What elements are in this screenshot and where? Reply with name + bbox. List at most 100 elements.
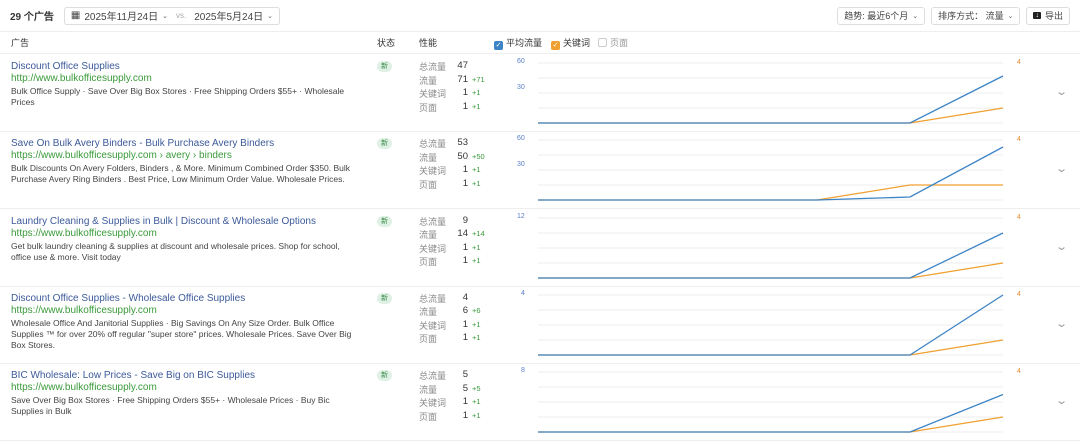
sparkline-chart <box>538 371 1004 433</box>
axis-right-label: 4 <box>1017 136 1021 144</box>
metric-value: 47 <box>457 60 468 71</box>
metric-value: 53 <box>457 137 468 149</box>
keywords-line <box>538 107 1004 124</box>
col-status: 状态 <box>377 38 396 48</box>
date-range-picker[interactable]: ▦ 2025年11月24日 ⌄ vs. 2025年5月24日 ⌄ <box>63 6 281 25</box>
table-header: 广告 状态 性能 ✓ 平均流量 ✓ 关键词 页面 <box>0 32 1080 54</box>
status-badge: 新 <box>377 61 392 72</box>
axis-left-label: 30 <box>517 161 525 169</box>
checkbox-checked-icon[interactable]: ✓ <box>551 40 560 50</box>
metric-value: 1 <box>462 87 468 98</box>
ad-url[interactable]: https://www.bulkofficesupply.com <box>11 228 157 239</box>
checkbox-checked-icon[interactable]: ✓ <box>494 40 503 50</box>
legend-keywords[interactable]: ✓ 关键词 <box>551 36 590 50</box>
metric-delta: +50 <box>472 151 485 161</box>
metric-value: 5 <box>462 369 468 381</box>
ad-row: Save On Bulk Avery Binders - Bulk Purcha… <box>0 132 1080 210</box>
metric-delta: +1 <box>472 165 481 175</box>
metric-delta: +1 <box>472 333 481 343</box>
metric-delta: +1 <box>472 256 481 266</box>
ad-title-link[interactable]: Discount Office Supplies - Wholesale Off… <box>11 293 245 304</box>
col-ad: 广告 <box>11 38 30 48</box>
axis-left-label: 8 <box>521 367 525 375</box>
status-badge: 新 <box>377 292 392 304</box>
ad-row: Discount Office Supplies - Wholesale Off… <box>0 287 1080 364</box>
traffic-line <box>538 75 1004 124</box>
metric-delta: +1 <box>472 410 481 420</box>
expand-chevron-icon[interactable]: ⌄ <box>1055 162 1068 175</box>
metric-value: 1 <box>462 164 468 176</box>
metric-delta: +1 <box>472 88 481 97</box>
ad-description: Get bulk laundry cleaning & supplies at … <box>11 240 340 262</box>
trend-dropdown[interactable]: 趋势: 最近6个月 ⌄ <box>837 6 926 25</box>
expand-chevron-icon[interactable]: ⌄ <box>1055 394 1068 407</box>
ad-title-link[interactable]: BIC Wholesale: Low Prices - Save Big on … <box>11 370 255 381</box>
expand-chevron-icon[interactable]: ⌄ <box>1055 85 1068 98</box>
ad-url[interactable]: https://www.bulkofficesupply.com › avery… <box>11 150 232 161</box>
axis-right-label: 4 <box>1017 213 1021 221</box>
axis-left-label: 4 <box>521 289 525 297</box>
ad-url[interactable]: http://www.bulkofficesupply.com <box>11 73 152 84</box>
compare-date[interactable]: 2025年5月24日 <box>194 8 263 23</box>
metric-delta: +1 <box>472 242 481 252</box>
download-icon: ↓ <box>1033 12 1041 19</box>
chevron-down-icon: ⌄ <box>912 12 919 20</box>
metric-value: 1 <box>462 100 468 112</box>
ad-description: Bulk Office Supply · Save Over Big Box S… <box>11 86 345 107</box>
col-performance: 性能 <box>419 38 438 48</box>
metric-delta: +71 <box>472 74 485 84</box>
chevron-down-icon: ⌄ <box>267 12 274 20</box>
calendar-icon: ▦ <box>70 10 81 21</box>
ad-description: Save Over Big Box Stores · Free Shipping… <box>11 395 330 417</box>
sparkline-chart <box>538 217 1004 279</box>
ad-row: Laundry Cleaning & Supplies in Bulk | Di… <box>0 210 1080 287</box>
legend-label: 平均流量 <box>506 37 543 48</box>
ad-title-link[interactable]: Discount Office Supplies <box>11 61 120 72</box>
metric-value: 1 <box>462 255 468 267</box>
keywords-line <box>538 416 1004 433</box>
status-badge: 新 <box>377 370 392 382</box>
expand-chevron-icon[interactable]: ⌄ <box>1055 240 1068 253</box>
legend-pages[interactable]: 页面 <box>598 36 628 49</box>
metric-delta: +14 <box>472 229 485 239</box>
ad-title-link[interactable]: Save On Bulk Avery Binders - Bulk Purcha… <box>11 138 274 149</box>
legend-label: 页面 <box>610 38 629 48</box>
ad-url[interactable]: https://www.bulkofficesupply.com <box>11 382 157 393</box>
axis-right-label: 4 <box>1017 59 1021 66</box>
sparkline-chart <box>538 62 1004 124</box>
checkbox-unchecked-icon[interactable] <box>598 38 607 47</box>
ad-row: BIC Wholesale: Low Prices - Save Big on … <box>0 364 1080 442</box>
ad-row: Discount Office Supplies http://www.bulk… <box>0 55 1080 132</box>
metric-value: 1 <box>462 396 468 408</box>
sparkline-chart <box>538 139 1004 201</box>
sort-dropdown[interactable]: 排序方式： 流量 ⌄ <box>931 6 1021 25</box>
expand-chevron-icon[interactable]: ⌄ <box>1055 317 1068 330</box>
keywords-line <box>538 261 1004 279</box>
metric-value: 9 <box>462 214 468 226</box>
axis-left-label: 60 <box>517 135 525 143</box>
axis-left-label: 30 <box>517 84 525 91</box>
ad-url[interactable]: https://www.bulkofficesupply.com <box>11 305 157 316</box>
keywords-line <box>538 339 1004 356</box>
metric-value: 5 <box>462 382 468 394</box>
metric-delta: +1 <box>472 178 481 188</box>
current-date[interactable]: 2025年11月24日 <box>84 8 158 23</box>
ad-title-link[interactable]: Laundry Cleaning & Supplies in Bulk | Di… <box>11 216 316 227</box>
status-badge: 新 <box>377 138 392 150</box>
metric-value: 71 <box>457 73 468 85</box>
metric-value: 1 <box>462 177 468 189</box>
chevron-down-icon: ⌄ <box>1007 12 1014 20</box>
metric-value: 6 <box>462 305 468 317</box>
axis-right-label: 4 <box>1017 290 1021 298</box>
toolbar: 29 个广告 ▦ 2025年11月24日 ⌄ vs. 2025年5月24日 ⌄ 趋势… <box>0 0 1080 32</box>
sparkline-chart <box>538 294 1004 356</box>
ad-description: Bulk Discounts On Avery Folders, Binders… <box>11 163 351 185</box>
traffic-line <box>538 232 1004 279</box>
export-button[interactable]: ↓ 导出 <box>1026 6 1070 25</box>
keywords-line <box>538 184 1003 201</box>
vs-label: vs. <box>175 11 187 20</box>
metric-delta: +5 <box>472 383 481 393</box>
metric-value: 14 <box>457 228 468 240</box>
metric-value: 1 <box>462 332 468 344</box>
legend-avg-traffic[interactable]: ✓ 平均流量 <box>494 36 542 50</box>
